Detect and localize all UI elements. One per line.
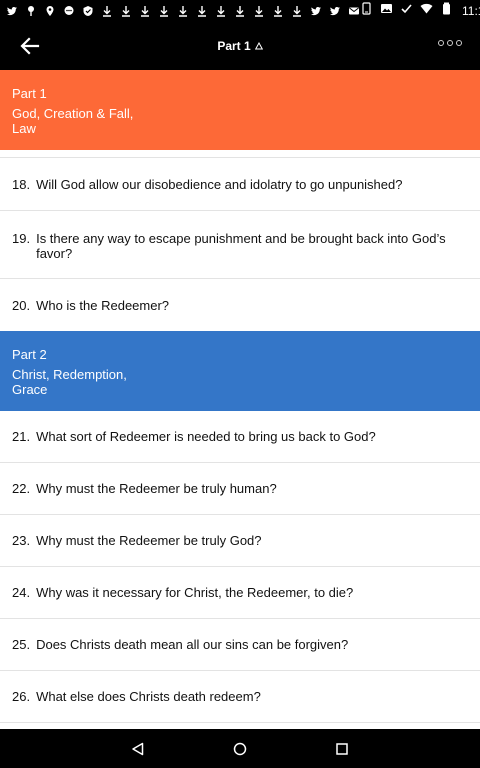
more-dot-icon bbox=[456, 40, 462, 46]
download-icon bbox=[158, 5, 170, 17]
twitter-icon bbox=[329, 5, 341, 17]
part-subtitle: God, Creation & Fall, Law bbox=[12, 106, 134, 136]
part-2-header[interactable]: Part 2 Christ, Redemption, Grace bbox=[0, 331, 480, 411]
status-bar: 11:11 bbox=[0, 0, 480, 22]
shield-icon bbox=[82, 5, 94, 17]
download-icon bbox=[272, 5, 284, 17]
question-number: 24. bbox=[12, 585, 31, 600]
question-text: Will God allow our disobedience and idol… bbox=[36, 176, 403, 192]
question-text: What sort of Redeemer is needed to bring… bbox=[36, 429, 376, 444]
question-text: Does Christs death mean all our sins can… bbox=[36, 637, 349, 652]
system-nav-bar bbox=[0, 729, 480, 768]
nav-recents-button[interactable] bbox=[335, 742, 349, 756]
list-item[interactable]: 26. What else does Christs death redeem? bbox=[0, 671, 480, 723]
system-icons: 11:11 bbox=[360, 2, 480, 20]
list-item[interactable]: 25. Does Christs death mean all our sins… bbox=[0, 619, 480, 671]
question-number: 26. bbox=[12, 689, 31, 704]
image-icon bbox=[380, 2, 393, 20]
wifi-icon bbox=[420, 2, 433, 20]
question-text: What else does Christs death redeem? bbox=[36, 689, 261, 704]
question-number: 25. bbox=[12, 637, 31, 652]
question-number: 21. bbox=[12, 429, 31, 444]
question-number: 20. bbox=[12, 297, 31, 313]
nav-back-button[interactable] bbox=[131, 742, 145, 756]
list-item[interactable]: 20. Who is the Redeemer? bbox=[0, 279, 480, 331]
recents-square-icon bbox=[336, 742, 348, 755]
download-icon bbox=[291, 5, 303, 17]
download-icon bbox=[196, 5, 208, 17]
question-text: Why must the Redeemer be truly God? bbox=[36, 533, 262, 548]
back-triangle-icon bbox=[132, 742, 144, 755]
question-text: Why must the Redeemer be truly human? bbox=[36, 481, 277, 496]
question-text: Who is the Redeemer? bbox=[36, 297, 170, 313]
list-item[interactable]: 18. Will God allow our disobedience and … bbox=[0, 158, 480, 211]
list-item[interactable]: 22. Why must the Redeemer be truly human… bbox=[0, 463, 480, 515]
app-bar: Part 1 bbox=[0, 22, 480, 70]
more-dot-icon bbox=[438, 40, 444, 46]
list-item[interactable]: 24. Why was it necessary for Christ, the… bbox=[0, 567, 480, 619]
part-title: Part 1 bbox=[12, 86, 47, 101]
download-icon bbox=[234, 5, 246, 17]
question-list[interactable]: Part 1 God, Creation & Fall, Law 18. Wil… bbox=[0, 70, 480, 729]
back-button[interactable] bbox=[18, 34, 42, 58]
question-number: 23. bbox=[12, 533, 31, 548]
app-bar-title: Part 1 bbox=[217, 39, 251, 53]
arrow-left-icon bbox=[20, 37, 40, 55]
notification-icons bbox=[6, 5, 360, 17]
question-text: Is there any way to escape punishment an… bbox=[36, 231, 446, 261]
title-wrap: Part 1 bbox=[0, 22, 480, 70]
download-icon bbox=[101, 5, 113, 17]
twitter-icon bbox=[6, 5, 18, 17]
home-circle-icon bbox=[233, 742, 247, 755]
part-title: Part 2 bbox=[12, 347, 47, 362]
list-item[interactable]: 23. Why must the Redeemer be truly God? bbox=[0, 515, 480, 567]
list-divider bbox=[0, 150, 480, 158]
list-item[interactable]: 19. Is there any way to escape punishmen… bbox=[0, 211, 480, 279]
download-icon bbox=[253, 5, 265, 17]
check-icon bbox=[400, 2, 413, 20]
question-number: 18. bbox=[12, 176, 31, 192]
nav-home-button[interactable] bbox=[233, 742, 247, 756]
download-icon bbox=[120, 5, 132, 17]
download-icon bbox=[177, 5, 189, 17]
location-icon bbox=[44, 5, 56, 17]
part-1-header[interactable]: Part 1 God, Creation & Fall, Law bbox=[0, 70, 480, 150]
more-options-button[interactable] bbox=[438, 40, 462, 46]
question-text: Why was it necessary for Christ, the Red… bbox=[36, 585, 354, 600]
battery-icon bbox=[440, 2, 453, 20]
twitter-icon bbox=[310, 5, 322, 17]
question-number: 22. bbox=[12, 481, 31, 496]
part-selector-button[interactable]: Part 1 bbox=[217, 39, 263, 53]
status-time: 11:11 bbox=[462, 4, 480, 18]
triangle-up-icon bbox=[254, 42, 263, 50]
list-item[interactable]: 21. What sort of Redeemer is needed to b… bbox=[0, 411, 480, 463]
phone-icon bbox=[360, 2, 373, 20]
question-number: 19. bbox=[12, 231, 31, 246]
more-dot-icon bbox=[447, 40, 453, 46]
download-icon bbox=[215, 5, 227, 17]
download-icon bbox=[139, 5, 151, 17]
pin-icon bbox=[25, 5, 37, 17]
mail-icon bbox=[348, 5, 360, 17]
part-subtitle: Christ, Redemption, Grace bbox=[12, 367, 127, 397]
chat-icon bbox=[63, 5, 75, 17]
